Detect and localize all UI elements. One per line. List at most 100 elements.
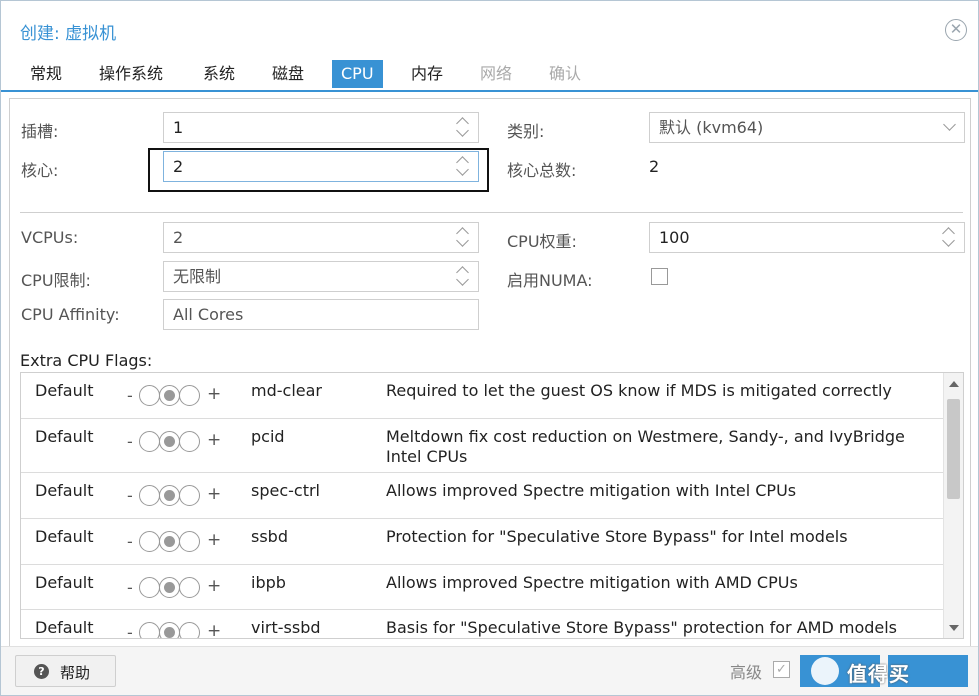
cpu-limit-value: 无限制 xyxy=(173,267,222,286)
radio-group xyxy=(139,485,201,506)
radio-default[interactable] xyxy=(159,431,180,452)
minus-icon[interactable]: - xyxy=(127,486,133,505)
highlight-box xyxy=(148,148,489,192)
plus-icon[interactable]: + xyxy=(207,384,221,404)
numa-label: 启用NUMA: xyxy=(507,271,593,290)
radio-off[interactable] xyxy=(139,577,160,598)
spinner-arrows-icon[interactable] xyxy=(456,226,470,249)
flag-state: Default xyxy=(35,618,94,637)
tri-state-toggle[interactable]: - + xyxy=(127,482,227,506)
radio-off[interactable] xyxy=(139,622,160,638)
cpu-weight-spinner[interactable]: 100 xyxy=(649,222,965,253)
tab-confirm: 确认 xyxy=(549,64,582,83)
sockets-spinner[interactable]: 1 xyxy=(163,112,479,143)
scroll-down-icon[interactable] xyxy=(949,625,959,631)
grid-scrollbar[interactable] xyxy=(943,373,963,638)
minus-icon[interactable]: - xyxy=(127,386,133,405)
tri-state-toggle[interactable]: - + xyxy=(127,382,227,406)
tab-system[interactable]: 系统 xyxy=(194,60,244,88)
table-row: Default - + spec-ctrl Allows improved Sp… xyxy=(21,473,943,519)
cpu-limit-spinner[interactable]: 无限制 xyxy=(163,261,479,292)
radio-on[interactable] xyxy=(179,431,200,452)
radio-group xyxy=(139,531,201,552)
flag-state: Default xyxy=(35,427,94,446)
table-row: Default - + ibpb Allows improved Spectre… xyxy=(21,565,943,610)
radio-off[interactable] xyxy=(139,431,160,452)
vcpus-label: VCPUs: xyxy=(21,228,79,247)
flag-description: Allows improved Spectre mitigation with … xyxy=(386,573,798,592)
radio-off[interactable] xyxy=(139,385,160,406)
tri-state-toggle[interactable]: - + xyxy=(127,528,227,552)
tab-cpu[interactable]: CPU xyxy=(332,60,383,88)
radio-default[interactable] xyxy=(159,577,180,598)
advanced-checkbox[interactable]: ✓ xyxy=(773,661,790,678)
radio-default[interactable] xyxy=(159,622,180,638)
minus-icon[interactable]: - xyxy=(127,532,133,551)
radio-default[interactable] xyxy=(159,485,180,506)
flag-state: Default xyxy=(35,573,94,592)
vcpus-value: 2 xyxy=(173,228,184,247)
radio-on[interactable] xyxy=(179,577,200,598)
type-value: 默认 (kvm64) xyxy=(659,118,764,137)
affinity-input[interactable]: All Cores xyxy=(163,299,479,330)
tab-memory[interactable]: 内存 xyxy=(402,60,452,88)
flag-state: Default xyxy=(35,381,94,400)
dialog-titlebar: 创建: 虚拟机 ✕ xyxy=(1,1,978,57)
cpu-flags-grid: Default - + md-clear Required to let the… xyxy=(20,372,964,639)
tab-os[interactable]: 操作系统 xyxy=(90,60,172,88)
flag-description: Allows improved Spectre mitigation with … xyxy=(386,481,797,500)
plus-icon[interactable]: + xyxy=(207,530,221,550)
sockets-label: 插槽: xyxy=(21,122,59,141)
close-icon[interactable]: ✕ xyxy=(945,19,967,41)
watermark-logo-icon xyxy=(811,657,839,685)
radio-group xyxy=(139,622,201,638)
spinner-arrows-icon[interactable] xyxy=(456,265,470,288)
flag-state: Default xyxy=(35,481,94,500)
radio-off[interactable] xyxy=(139,485,160,506)
sockets-value: 1 xyxy=(173,118,184,137)
table-row: Default - + pcid Meltdown fix cost reduc… xyxy=(21,419,943,473)
create-vm-dialog: 创建: 虚拟机 ✕ 常规 操作系统 系统 磁盘 CPU 内存 网络 确认 插槽:… xyxy=(0,0,979,696)
scroll-up-icon[interactable] xyxy=(949,381,959,387)
minus-icon[interactable]: - xyxy=(127,432,133,451)
scroll-thumb[interactable] xyxy=(947,399,960,499)
tri-state-toggle[interactable]: - + xyxy=(127,574,227,598)
plus-icon[interactable]: + xyxy=(207,430,221,450)
plus-icon[interactable]: + xyxy=(207,484,221,504)
type-select[interactable]: 默认 (kvm64) xyxy=(649,112,965,143)
flag-name: virt-ssbd xyxy=(251,618,321,637)
radio-group xyxy=(139,431,201,452)
type-label: 类别: xyxy=(507,122,545,141)
radio-on[interactable] xyxy=(179,622,200,638)
tab-disk[interactable]: 磁盘 xyxy=(263,60,313,88)
tri-state-toggle[interactable]: - + xyxy=(127,619,227,638)
extra-flags-label: Extra CPU Flags: xyxy=(20,351,153,370)
spinner-arrows-icon[interactable] xyxy=(456,116,470,139)
radio-on[interactable] xyxy=(179,531,200,552)
total-cores-label: 核心总数: xyxy=(507,161,577,180)
plus-icon[interactable]: + xyxy=(207,576,221,596)
radio-default[interactable] xyxy=(159,531,180,552)
chevron-down-icon[interactable] xyxy=(943,118,956,131)
radio-group xyxy=(139,577,201,598)
vcpus-spinner[interactable]: 2 xyxy=(163,222,479,253)
numa-checkbox[interactable] xyxy=(651,268,668,285)
cpu-limit-label: CPU限制: xyxy=(21,271,91,290)
flag-description: Protection for "Speculative Store Bypass… xyxy=(386,527,848,546)
radio-default[interactable] xyxy=(159,385,180,406)
wizard-tabs: 常规 操作系统 系统 磁盘 CPU 内存 网络 确认 xyxy=(1,57,978,91)
plus-icon[interactable]: + xyxy=(207,621,221,638)
radio-off[interactable] xyxy=(139,531,160,552)
help-button[interactable]: ? 帮助 xyxy=(15,655,116,687)
tab-general[interactable]: 常规 xyxy=(21,60,71,88)
tri-state-toggle[interactable]: - + xyxy=(127,428,227,452)
radio-on[interactable] xyxy=(179,385,200,406)
cpu-weight-label: CPU权重: xyxy=(507,232,577,251)
minus-icon[interactable]: - xyxy=(127,578,133,597)
dialog-footer: ? 帮助 高级 ✓ 值得买 xyxy=(1,646,978,695)
radio-on[interactable] xyxy=(179,485,200,506)
table-row: Default - + virt-ssbd Basis for "Specula… xyxy=(21,610,943,638)
table-row: Default - + md-clear Required to let the… xyxy=(21,373,943,419)
spinner-arrows-icon[interactable] xyxy=(942,226,956,249)
minus-icon[interactable]: - xyxy=(127,623,133,638)
